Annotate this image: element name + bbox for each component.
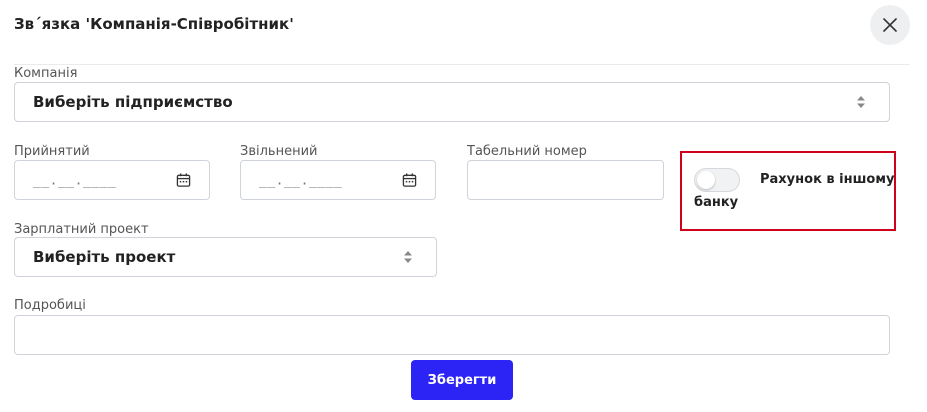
details-input[interactable] <box>14 315 890 355</box>
save-button[interactable]: Зберегти <box>411 360 513 400</box>
sort-arrows-icon <box>404 251 412 263</box>
company-select-value: Виберіть підприємство <box>33 93 233 111</box>
salary-project-label: Зарплатний проект <box>14 222 149 237</box>
company-label: Компанія <box>14 66 78 81</box>
details-label: Подробиці <box>14 298 86 313</box>
fired-date-input[interactable]: __.__.____ <box>240 160 436 200</box>
tab-number-input[interactable] <box>467 160 664 200</box>
modal-title: Зв´язка 'Компанія-Співробітник' <box>14 15 294 33</box>
salary-project-select-value: Виберіть проект <box>33 248 176 266</box>
hired-label: Прийнятий <box>14 144 90 159</box>
hired-date-input[interactable]: __.__.____ <box>14 160 210 200</box>
sort-arrows-icon <box>857 96 865 108</box>
fired-label: Звільнений <box>240 144 318 159</box>
hired-date-value: __.__.____ <box>33 173 117 189</box>
calendar-icon[interactable] <box>176 173 191 188</box>
close-icon <box>883 18 897 32</box>
other-bank-toggle[interactable] <box>694 168 740 192</box>
toggle-knob <box>697 171 715 189</box>
close-button[interactable] <box>870 5 910 45</box>
company-select[interactable]: Виберіть підприємство <box>14 82 890 122</box>
other-bank-label-line1: Рахунок в іншому <box>760 172 895 187</box>
fired-date-value: __.__.____ <box>259 173 343 189</box>
other-bank-label-line2: банку <box>694 195 739 210</box>
calendar-icon[interactable] <box>402 173 417 188</box>
salary-project-select[interactable]: Виберіть проект <box>14 237 437 277</box>
header-divider <box>14 64 910 65</box>
tab-number-label: Табельний номер <box>467 144 587 159</box>
company-employee-modal: Зв´язка 'Компанія-Співробітник' Компанія… <box>0 0 927 412</box>
